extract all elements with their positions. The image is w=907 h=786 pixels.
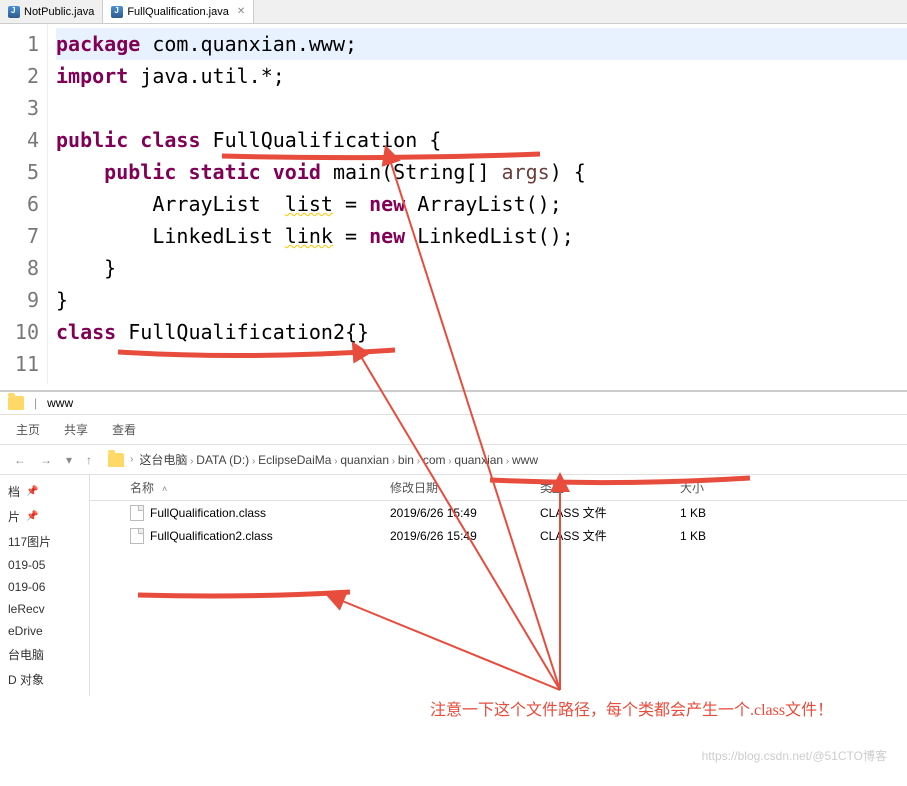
line-number: 9 — [0, 284, 39, 316]
tab-label: NotPublic.java — [24, 6, 94, 18]
line-number: 3 — [0, 92, 39, 124]
sidebar-item[interactable]: 台电脑 — [0, 642, 89, 667]
breadcrumb-segment[interactable]: quanxian — [340, 453, 389, 467]
code-line[interactable]: class FullQualification2{} — [56, 316, 907, 348]
explorer-titlebar: | www — [0, 392, 907, 415]
ribbon-view[interactable]: 查看 — [112, 421, 136, 438]
col-size[interactable]: 大小 — [680, 479, 760, 496]
col-name[interactable]: 名称˄ — [90, 479, 390, 496]
breadcrumb-segment[interactable]: quanxian — [454, 453, 503, 467]
code-line[interactable]: ArrayList list = new ArrayList(); — [56, 188, 907, 220]
breadcrumb-segment[interactable]: EclipseDaiMa — [258, 453, 331, 467]
file-name: FullQualification2.class — [150, 529, 273, 543]
folder-icon — [108, 453, 124, 467]
code-editor[interactable]: 1234567891011 package com.quanxian.www;i… — [0, 24, 907, 384]
file-type: CLASS 文件 — [540, 504, 680, 521]
breadcrumb-segment[interactable]: com — [423, 453, 446, 467]
line-number: 10 — [0, 316, 39, 348]
file-size: 1 KB — [680, 506, 760, 520]
breadcrumb-segment[interactable]: 这台电脑 — [139, 453, 187, 467]
code-line[interactable]: package com.quanxian.www; — [56, 28, 907, 60]
breadcrumb[interactable]: ← → ▾ ↑ › 这台电脑 › DATA (D:) › EclipseDaiM… — [0, 445, 907, 475]
ribbon: 主页 共享 查看 — [0, 415, 907, 445]
sidebar-item[interactable]: 117图片 — [0, 529, 89, 554]
java-icon — [8, 6, 20, 18]
file-size: 1 KB — [680, 529, 760, 543]
ribbon-share[interactable]: 共享 — [64, 421, 88, 438]
folder-icon — [8, 396, 24, 410]
sidebar-item[interactable]: leRecv — [0, 598, 89, 620]
line-gutter: 1234567891011 — [0, 24, 48, 384]
code-line[interactable]: } — [56, 252, 907, 284]
annotation-text: 注意一下这个文件路径，每个类都会产生一个.class文件！ — [430, 700, 870, 722]
nav-forward-icon[interactable]: → — [36, 453, 56, 467]
breadcrumb-segment[interactable]: DATA (D:) — [196, 453, 249, 467]
sidebar-item[interactable]: 片📌 — [0, 504, 89, 529]
breadcrumb-segment[interactable]: www — [512, 453, 538, 467]
pin-icon: 📌 — [26, 511, 38, 522]
code-area[interactable]: package com.quanxian.www;import java.uti… — [48, 24, 907, 384]
line-number: 5 — [0, 156, 39, 188]
file-area: 档📌片📌117图片019-05019-06leRecveDrive台电脑D 对象… — [0, 475, 907, 696]
line-number: 8 — [0, 252, 39, 284]
file-list: 名称˄ 修改日期 类型 大小 FullQualification.class 2… — [90, 475, 907, 696]
ribbon-home[interactable]: 主页 — [16, 421, 40, 438]
file-name: FullQualification.class — [150, 506, 266, 520]
nav-pane: 档📌片📌117图片019-05019-06leRecveDrive台电脑D 对象 — [0, 475, 90, 696]
file-date: 2019/6/26 15:49 — [390, 529, 540, 543]
file-type: CLASS 文件 — [540, 527, 680, 544]
code-line[interactable] — [56, 92, 907, 124]
line-number: 7 — [0, 220, 39, 252]
code-line[interactable]: import java.util.*; — [56, 60, 907, 92]
close-icon[interactable]: ✕ — [237, 6, 245, 17]
line-number: 6 — [0, 188, 39, 220]
code-line[interactable] — [56, 348, 907, 380]
java-icon — [111, 6, 123, 18]
sidebar-item[interactable]: 019-06 — [0, 576, 89, 598]
code-line[interactable]: LinkedList link = new LinkedList(); — [56, 220, 907, 252]
sidebar-item[interactable]: 019-05 — [0, 554, 89, 576]
sort-icon: ˄ — [162, 484, 167, 494]
sidebar-item[interactable]: eDrive — [0, 620, 89, 642]
tab-label: FullQualification.java — [127, 6, 229, 18]
sidebar-item[interactable]: 档📌 — [0, 479, 89, 504]
watermark: https://blog.csdn.net/@51CTO博客 — [702, 747, 887, 764]
line-number: 4 — [0, 124, 39, 156]
col-type[interactable]: 类型 — [540, 479, 680, 496]
line-number: 11 — [0, 348, 39, 380]
file-explorer: | www 主页 共享 查看 ← → ▾ ↑ › 这台电脑 › DATA (D:… — [0, 390, 907, 696]
sidebar-item[interactable]: D 对象 — [0, 667, 89, 692]
tab-fullqualification[interactable]: FullQualification.java ✕ — [103, 0, 254, 23]
code-line[interactable]: public class FullQualification { — [56, 124, 907, 156]
nav-back-icon[interactable]: ← — [10, 453, 30, 467]
file-row[interactable]: FullQualification2.class 2019/6/26 15:49… — [90, 524, 907, 547]
editor-tabs: NotPublic.java FullQualification.java ✕ — [0, 0, 907, 24]
pin-icon: 📌 — [26, 486, 38, 497]
line-number: 2 — [0, 60, 39, 92]
file-icon — [130, 505, 144, 521]
explorer-title: www — [47, 396, 73, 410]
file-date: 2019/6/26 15:49 — [390, 506, 540, 520]
line-number: 1 — [0, 28, 39, 60]
nav-up-icon[interactable]: ↑ — [82, 453, 96, 467]
code-line[interactable]: public static void main(String[] args) { — [56, 156, 907, 188]
code-line[interactable]: } — [56, 284, 907, 316]
col-date[interactable]: 修改日期 — [390, 479, 540, 496]
tab-notpublic[interactable]: NotPublic.java — [0, 0, 103, 23]
column-headers[interactable]: 名称˄ 修改日期 类型 大小 — [90, 475, 907, 501]
file-row[interactable]: FullQualification.class 2019/6/26 15:49 … — [90, 501, 907, 524]
breadcrumb-segment[interactable]: bin — [398, 453, 414, 467]
nav-dropdown-icon[interactable]: ▾ — [62, 453, 76, 467]
file-icon — [130, 528, 144, 544]
